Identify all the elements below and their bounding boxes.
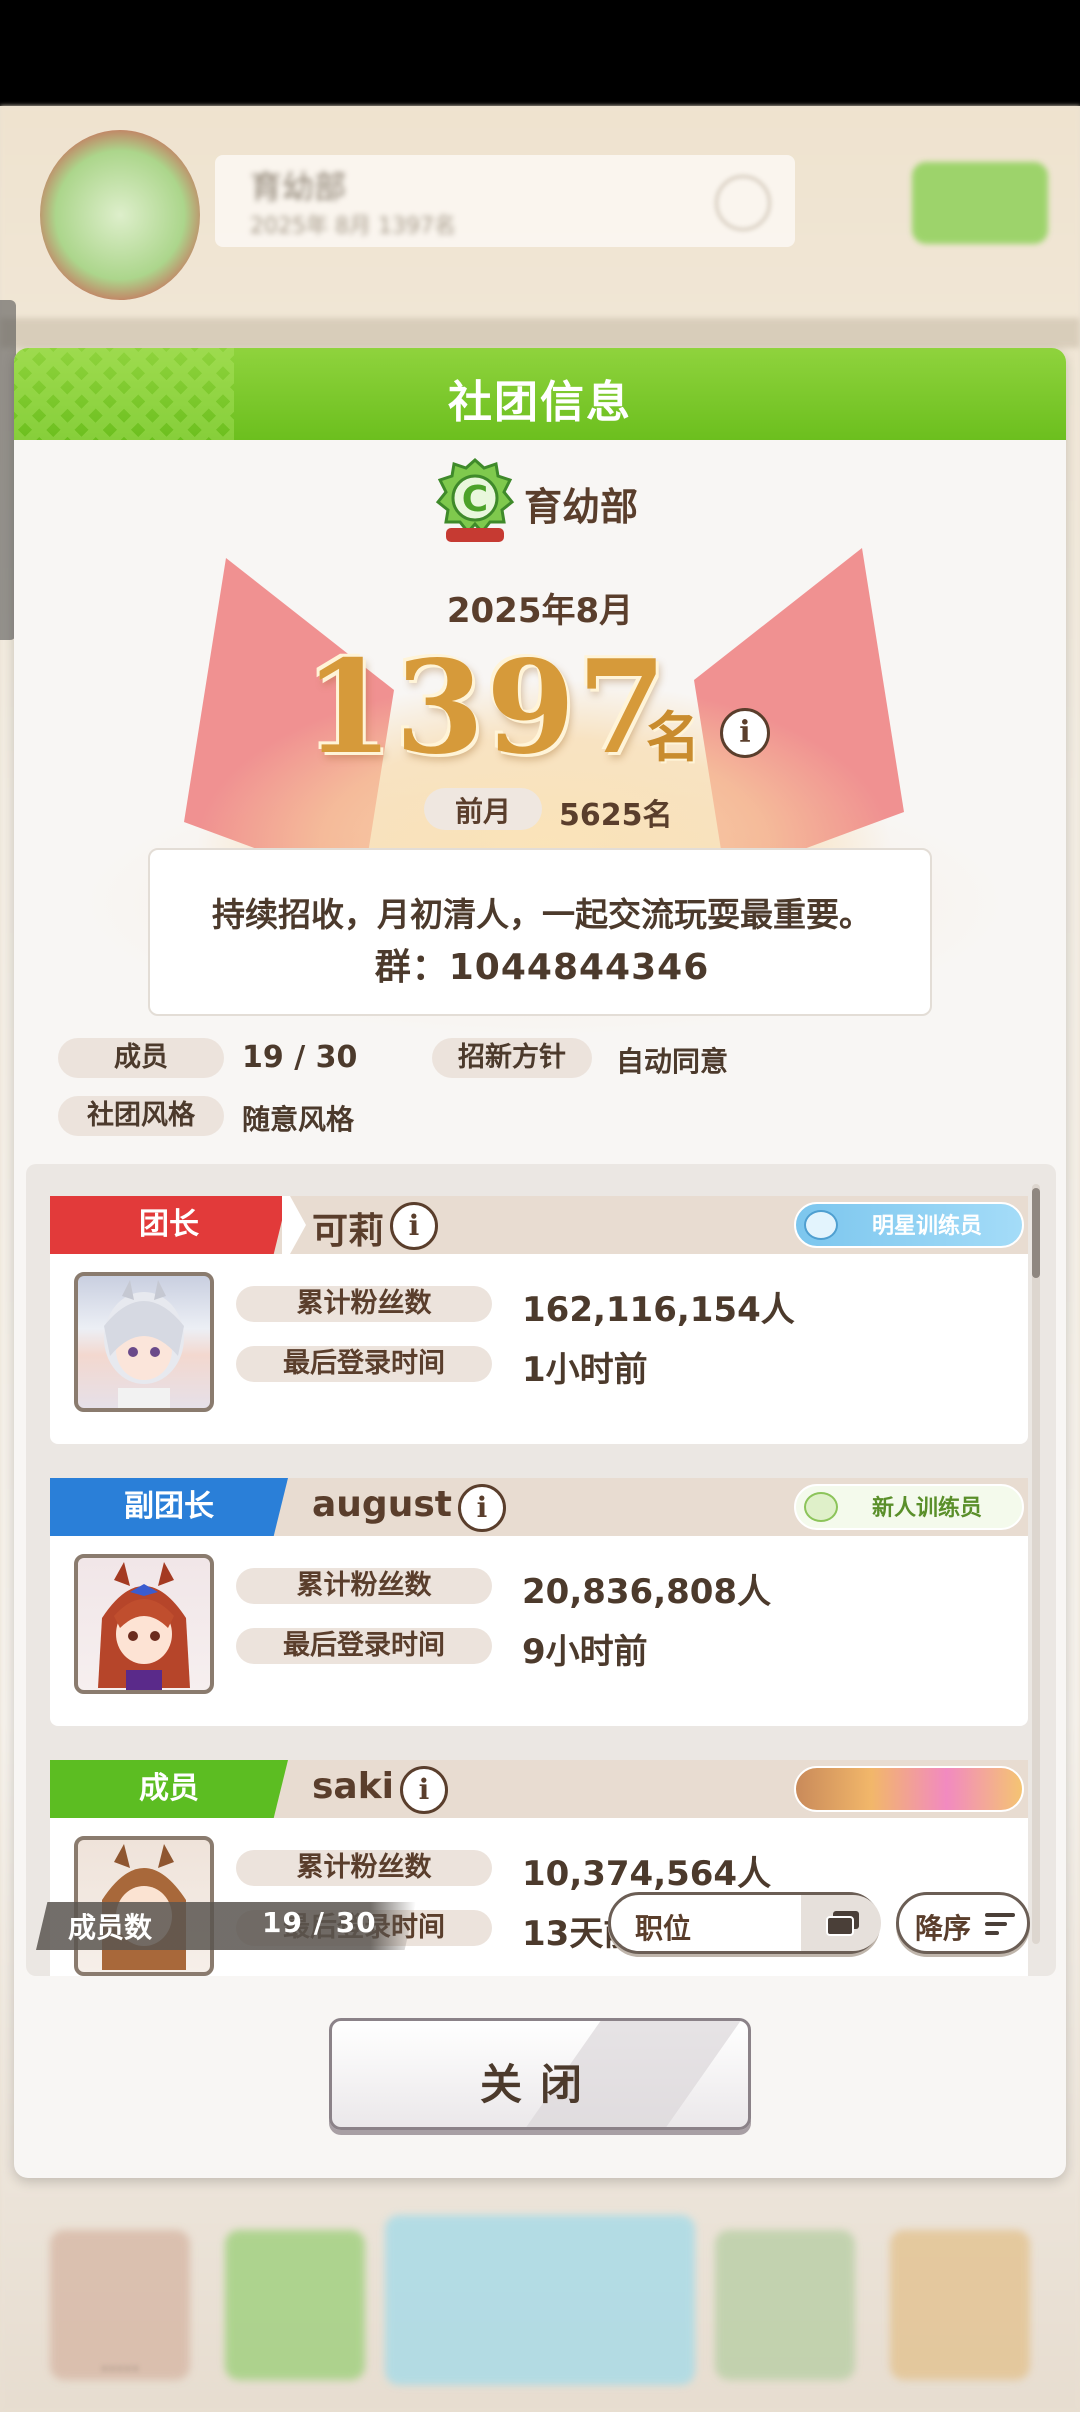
member-title-badge: 明星训练员 <box>794 1202 1024 1248</box>
leaf-badge-icon <box>804 1492 838 1522</box>
background-info-icon <box>715 175 771 231</box>
fans-value: 162,116,154人 <box>522 1290 795 1330</box>
recruit-value: 自动同意 <box>616 1045 729 1078</box>
dialog-title: 社团信息 <box>448 377 632 428</box>
fans-label: 累计粉丝数 <box>236 1568 492 1604</box>
club-name: 育幼部 <box>524 485 639 529</box>
sort-order-button[interactable]: 降序 <box>896 1892 1030 1954</box>
member-title-text: 新人训练员 <box>871 1496 982 1521</box>
member-info-icon[interactable]: i <box>390 1202 438 1250</box>
member-count-value: 19 / 30 <box>262 1906 377 1939</box>
style-label: 社团风格 <box>58 1096 224 1136</box>
member-role-label: 副团长 <box>50 1478 288 1536</box>
close-button[interactable]: 关闭 <box>329 2018 751 2130</box>
sort-lines-icon <box>985 1913 1015 1935</box>
fans-label: 累计粉丝数 <box>236 1286 492 1322</box>
background-green-button <box>912 162 1048 244</box>
login-value: 9小时前 <box>522 1632 648 1672</box>
member-name: 可莉 <box>312 1211 385 1252</box>
nav-tile-3 <box>385 2215 695 2385</box>
login-value: 1小时前 <box>522 1350 648 1390</box>
style-value: 随意风格 <box>242 1103 355 1136</box>
member-body: 累计粉丝数 20,836,808人 最后登录时间 9小时前 <box>50 1536 1028 1726</box>
stack-cards-icon <box>826 1911 859 1936</box>
members-label: 成员 <box>58 1038 224 1078</box>
crown-badge-icon <box>804 1210 838 1240</box>
background-strip <box>0 318 1080 348</box>
avatar-face-icon <box>104 1280 184 1408</box>
prev-month-value: 5625名 <box>559 798 673 833</box>
fans-label: 累计粉丝数 <box>236 1850 492 1886</box>
member-name: saki <box>312 1766 395 1807</box>
member-role-label: 团长 <box>50 1196 288 1254</box>
nav-label-1: ····· <box>100 2355 140 2383</box>
status-bar <box>0 0 1080 106</box>
fans-value: 10,374,564人 <box>522 1854 772 1894</box>
nav-tile-5 <box>890 2230 1030 2380</box>
member-count-label: 成员数 <box>68 1911 153 1944</box>
recruit-label: 招新方针 <box>432 1038 592 1078</box>
club-rank-emblem-icon: C <box>435 457 515 542</box>
sort-by-label: 职位 <box>635 1912 692 1945</box>
dialog-header: 社团信息 <box>14 348 1066 440</box>
sort-order-label: 降序 <box>915 1912 972 1945</box>
rank-unit: 名 <box>646 706 700 769</box>
rank-info-icon[interactable]: i <box>720 708 770 758</box>
member-info-icon[interactable]: i <box>458 1484 506 1532</box>
background-club-subtitle: 2025年 8月 1397名 <box>250 214 456 239</box>
close-button-label: 关闭 <box>479 2060 600 2109</box>
member-list[interactable]: 团长 可莉 i 明星训练员 累计粉丝数 162,116,154人 最后登录时间 … <box>26 1164 1056 1976</box>
svg-text:C: C <box>462 479 488 520</box>
nav-tile-4 <box>715 2230 855 2380</box>
member-card[interactable]: 团长 可莉 i 明星训练员 累计粉丝数 162,116,154人 最后登录时间 … <box>50 1196 1028 1444</box>
member-event-banner <box>794 1766 1024 1812</box>
rank-month: 2025年8月 <box>446 591 634 631</box>
nav-tile-2 <box>225 2230 365 2380</box>
members-value: 19 / 30 <box>242 1040 358 1075</box>
background-club-name: 育幼部 <box>250 168 347 206</box>
member-body: 累计粉丝数 162,116,154人 最后登录时间 1小时前 <box>50 1254 1028 1444</box>
scroll-track <box>1032 1184 1040 1944</box>
member-title-text: 明星训练员 <box>871 1214 982 1239</box>
member-title-badge: 新人训练员 <box>794 1484 1024 1530</box>
login-label: 最后登录时间 <box>236 1346 492 1382</box>
club-description-line1: 持续招收，月初清人，一起交流玩耍最重要。 <box>212 895 872 934</box>
member-card[interactable]: 副团长 august i 新人训练员 累计粉丝数 20,836,808人 最后登… <box>50 1478 1028 1726</box>
club-description-box: 持续招收，月初清人，一起交流玩耍最重要。 群：1044844346 <box>148 848 932 1016</box>
member-list-scrollbar[interactable] <box>1032 1188 1040 1278</box>
member-info-icon[interactable]: i <box>400 1766 448 1814</box>
fans-value: 20,836,808人 <box>522 1572 772 1612</box>
club-description-line2: 群：1044844346 <box>374 947 710 988</box>
sort-by-select[interactable]: 职位 <box>608 1892 881 1954</box>
member-body: 累计粉丝数 10,374,564人 最后登录时间 13天前 <box>50 1818 1028 1976</box>
background-club-emblem-icon <box>40 130 200 300</box>
prev-month-label: 前月 <box>454 795 511 828</box>
member-name: august <box>312 1484 452 1525</box>
avatar-face-icon <box>98 1562 190 1690</box>
red-hair-girl-avatar <box>74 1554 214 1694</box>
login-label: 最后登录时间 <box>236 1628 492 1664</box>
member-role-label: 成员 <box>50 1760 288 1818</box>
rank-number: 1397 <box>304 633 669 783</box>
gray-hair-girl-avatar <box>74 1272 214 1412</box>
